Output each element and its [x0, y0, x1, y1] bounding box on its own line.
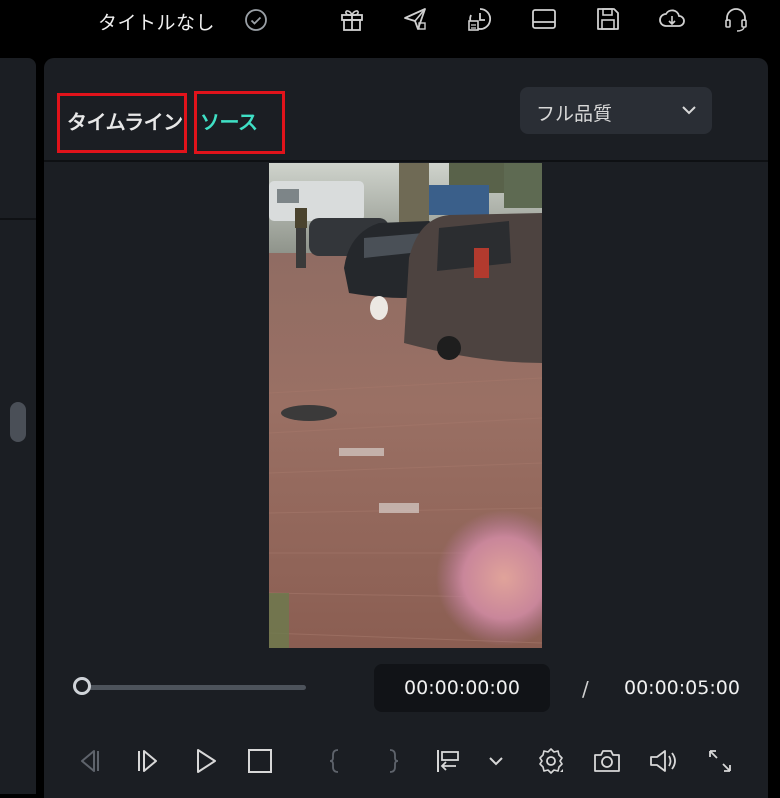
layout-icon[interactable] [529, 4, 559, 34]
time-separator: / [582, 677, 589, 701]
volume-icon[interactable] [646, 744, 680, 778]
left-panel-divider [0, 218, 36, 220]
cloud-icon[interactable] [657, 4, 687, 34]
quality-dropdown[interactable]: フル品質 [520, 87, 712, 134]
export-icon[interactable] [465, 4, 495, 34]
panel-scrollbar[interactable] [10, 402, 26, 442]
current-time-box[interactable]: 00:00:00:00 [374, 664, 550, 712]
total-time: 00:00:05:00 [624, 677, 740, 699]
title-bar: タイトルなし [0, 0, 780, 44]
current-time: 00:00:00:00 [404, 677, 520, 699]
mark-out-icon[interactable] [376, 744, 410, 778]
prev-frame-icon[interactable] [72, 744, 106, 778]
insert-icon[interactable] [431, 744, 465, 778]
playback-scrubber[interactable] [84, 685, 306, 690]
headset-icon[interactable] [721, 4, 751, 34]
check-circle-icon [244, 8, 268, 32]
fullscreen-icon[interactable] [703, 744, 737, 778]
tab-divider [44, 160, 768, 162]
mark-in-icon[interactable] [318, 744, 352, 778]
send-icon[interactable] [400, 4, 430, 34]
camera-icon[interactable] [590, 744, 624, 778]
save-icon[interactable] [593, 4, 623, 34]
chevron-down-icon [680, 101, 698, 119]
quality-label: フル品質 [536, 103, 613, 125]
stop-icon[interactable] [243, 744, 277, 778]
chevron-down-icon[interactable] [479, 744, 513, 778]
play-icon[interactable] [189, 744, 223, 778]
project-title: タイトルなし [98, 12, 216, 34]
video-preview[interactable] [269, 163, 542, 648]
settings-icon[interactable] [534, 744, 568, 778]
scrubber-handle[interactable] [73, 677, 91, 695]
player-panel: タイムライン ソース フル品質 00:00:00:00 / 00:00:05:0… [44, 58, 768, 798]
gift-icon[interactable] [337, 4, 367, 34]
highlight-box-source [194, 91, 285, 154]
highlight-box-timeline [57, 93, 187, 153]
next-frame-icon[interactable] [131, 744, 165, 778]
